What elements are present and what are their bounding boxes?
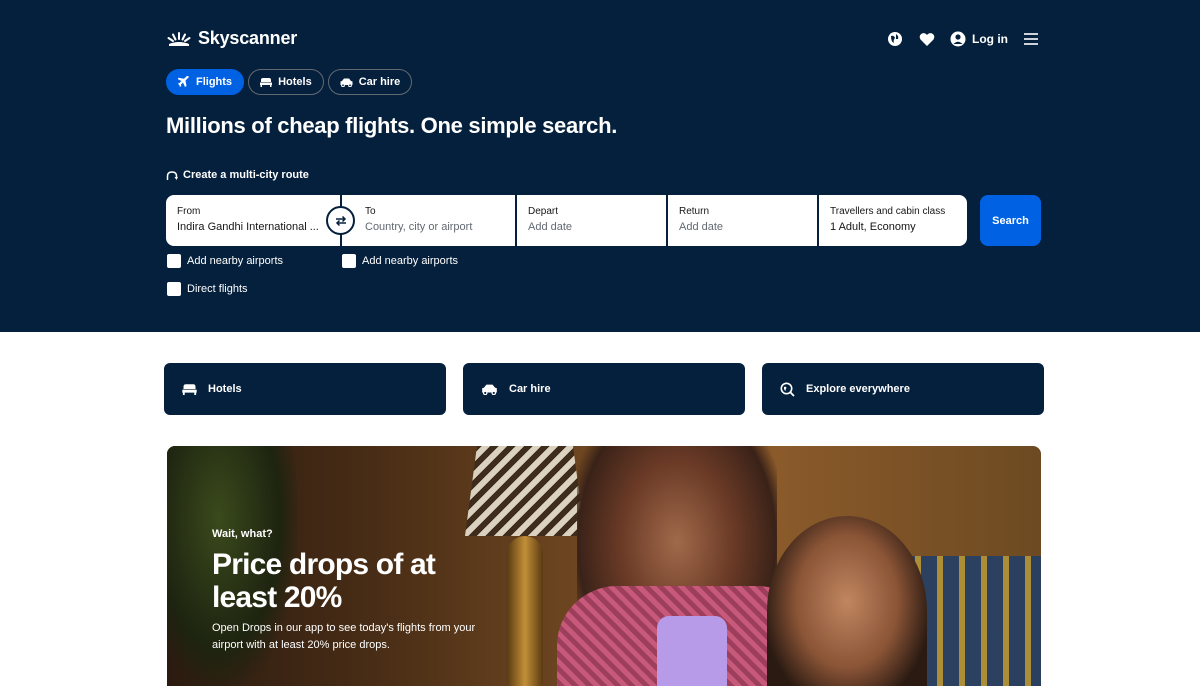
nearby-to-checkbox[interactable]: Add nearby airports <box>342 254 458 268</box>
return-label: Return <box>679 206 710 217</box>
tab-label: Car hire <box>358 76 401 88</box>
bed-icon <box>260 78 273 87</box>
login-label: Log in <box>972 32 1008 46</box>
return-placeholder: Add date <box>679 221 724 233</box>
depart-field[interactable]: Depart Add date <box>517 195 666 246</box>
flight-search-form: From Indira Gandhi International ... To … <box>166 195 968 246</box>
sunburst-logo-icon <box>167 31 191 46</box>
swap-button[interactable] <box>326 206 355 235</box>
checkbox-label: Add nearby airports <box>362 255 458 267</box>
banner-person-graphic <box>767 516 927 686</box>
page-title: Millions of cheap flights. One simple se… <box>166 113 618 138</box>
plane-icon <box>178 76 189 87</box>
promo-banner[interactable]: Wait, what? Price drops of at least 20% … <box>167 446 1041 686</box>
to-placeholder: Country, city or airport <box>365 221 473 233</box>
banner-phone-graphic <box>657 616 727 686</box>
explore-icon <box>780 382 795 397</box>
globe-icon[interactable] <box>886 30 904 48</box>
brand-name: Skyscanner <box>198 28 298 48</box>
logo[interactable]: Skyscanner <box>166 28 297 49</box>
menu-icon[interactable] <box>1022 30 1040 48</box>
checkbox-label: Direct flights <box>187 283 248 295</box>
travellers-field[interactable]: Travellers and cabin class 1 Adult, Econ… <box>819 195 967 246</box>
car-hire-card[interactable]: Car hire <box>463 363 745 415</box>
depart-label: Depart <box>528 206 559 217</box>
multi-city-label: Create a multi-city route <box>183 169 309 181</box>
nearby-from-checkbox[interactable]: Add nearby airports <box>167 254 283 268</box>
to-label: To <box>365 206 376 217</box>
checkbox-box[interactable] <box>342 254 356 268</box>
banner-lamp-base-graphic <box>507 536 543 686</box>
route-icon <box>166 170 178 180</box>
hero-section: Skyscanner Log in Flights Hotels Car hir… <box>0 0 1200 332</box>
tab-label: Hotels <box>278 76 312 88</box>
tab-label: Flights <box>196 76 233 88</box>
card-label: Car hire <box>509 383 551 395</box>
checkbox-label: Add nearby airports <box>187 255 283 267</box>
tab-flights[interactable]: Flights <box>166 69 245 95</box>
search-button[interactable]: Search <box>980 195 1041 246</box>
explore-everywhere-card[interactable]: Explore everywhere <box>762 363 1044 415</box>
travellers-value: 1 Adult, Economy <box>830 221 916 233</box>
checkbox-box[interactable] <box>167 254 181 268</box>
from-field[interactable]: From Indira Gandhi International ... <box>166 195 340 246</box>
checkbox-box[interactable] <box>167 282 181 296</box>
bed-icon <box>182 384 197 395</box>
quick-links: Hotels Car hire Explore everywhere <box>164 363 1044 415</box>
car-icon <box>340 78 353 87</box>
return-field[interactable]: Return Add date <box>668 195 817 246</box>
heart-icon[interactable] <box>918 30 936 48</box>
banner-tapestry-graphic <box>907 556 1041 686</box>
login-button[interactable]: Log in <box>950 31 1008 47</box>
header-actions: Log in <box>886 30 1040 48</box>
banner-title: Price drops of at least 20% <box>212 548 436 614</box>
banner-text: Wait, what? Price drops of at least 20% … <box>212 528 482 654</box>
banner-eyebrow: Wait, what? <box>212 528 273 540</box>
card-label: Explore everywhere <box>806 383 910 395</box>
to-field[interactable]: To Country, city or airport <box>342 195 515 246</box>
tab-car-hire[interactable]: Car hire <box>327 69 413 95</box>
car-icon <box>482 384 497 395</box>
direct-flights-checkbox[interactable]: Direct flights <box>167 282 248 296</box>
depart-placeholder: Add date <box>528 221 573 233</box>
travellers-label: Travellers and cabin class <box>830 206 946 217</box>
multi-city-link[interactable]: Create a multi-city route <box>166 169 309 181</box>
banner-description: Open Drops in our app to see today's fli… <box>212 622 476 651</box>
from-value: Indira Gandhi International ... <box>177 221 319 233</box>
card-label: Hotels <box>208 383 242 395</box>
banner-lamp-graphic <box>465 446 585 536</box>
tab-hotels[interactable]: Hotels <box>248 69 324 95</box>
from-label: From <box>177 206 201 217</box>
hotels-card[interactable]: Hotels <box>164 363 446 415</box>
travel-type-tabs: Flights Hotels Car hire <box>166 69 413 95</box>
swap-arrows-icon <box>335 215 346 226</box>
user-icon <box>950 31 966 47</box>
